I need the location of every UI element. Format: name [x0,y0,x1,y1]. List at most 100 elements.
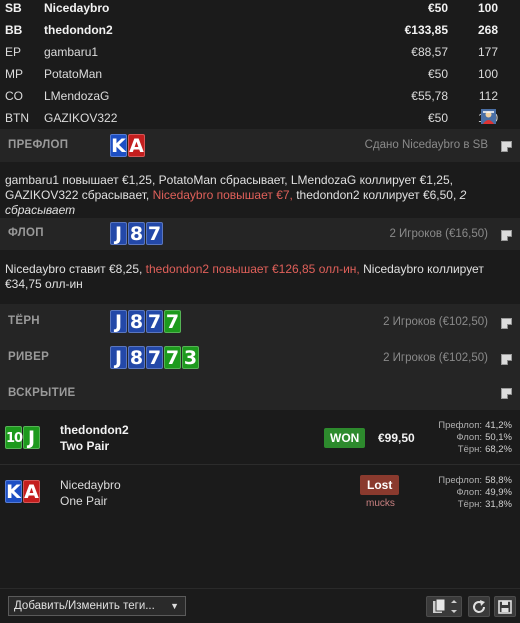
tags-dropdown-label: Добавить/Изменить теги... [14,600,155,612]
action-text-segment: Nicedaybro повышает €7, [152,188,293,202]
flop-actions: Nicedaybro ставит €8,25, thedondon2 повы… [5,262,515,292]
card-8-spades: 8 [128,310,145,333]
player-name[interactable]: gambaru1 [44,44,98,60]
player-stack-bb: 100 [477,1,498,15]
loser-equity: Префлоп: 58,8% Флоп: 49,9% Тёрн: 31,8% [438,475,512,511]
loser-name[interactable]: Nicedaybro [60,478,121,492]
equity-value: 41,2% [485,420,512,431]
player-stack: €50 [427,111,448,125]
note-icon[interactable] [501,141,512,152]
player-name[interactable]: PotatoMan [44,66,102,82]
player-stack-bb: 100 [477,67,498,81]
winner-name[interactable]: thedondon2 [60,423,129,437]
turn-section: ТЁРН J877 2 Игроков (€102,50) [0,304,520,340]
player-stack: €50 [427,1,448,15]
action-text-segment: Nicedaybro ставит €8,25, [5,262,146,276]
card-j-spades: J [110,346,127,369]
player-stack: €50 [427,67,448,81]
player-name[interactable]: LMendozaG [44,88,109,104]
equity-label: Префлоп: [438,420,482,431]
turn-title: ТЁРН [8,315,40,327]
player-stack: €88,57 [411,45,448,59]
footer-toolbar: Добавить/Изменить теги... ▼ [0,588,520,623]
player-position: BTN [5,111,29,125]
equity-value: 68,2% [485,444,512,455]
river-info: 2 Игроков (€102,50) [383,352,488,364]
card-7-spades: 7 [146,310,163,333]
showdown-result-loser: KA Nicedaybro One Pair Lost mucks Префло… [0,465,520,521]
showdown-title: ВСКРЫТИЕ [8,387,76,399]
player-row: EP gambaru1 €88,57 177 [0,44,520,66]
card-j-spades: J [110,310,127,333]
card-10-clubs: 10 [5,426,23,449]
note-icon[interactable] [501,388,512,399]
card-7-clubs: 7 [164,310,181,333]
refresh-button[interactable] [468,596,490,617]
winner-hand: Two Pair [60,439,110,453]
copy-button[interactable] [426,596,462,617]
preflop-info: Сдано Nicedaybro в SB [364,139,488,151]
showdown-result-winner: 10 J thedondon2 Two Pair WON €99,50 Префл… [0,410,520,464]
lost-badge: Lost [360,475,400,495]
equity-label: Флоп: [456,432,482,443]
equity-label: Тёрн: [457,499,482,510]
flop-cards: J87 [110,222,163,245]
save-icon [498,600,512,614]
card-7-clubs: 7 [164,346,181,369]
equity-label: Флоп: [456,487,482,498]
card-7-spades: 7 [146,346,163,369]
equity-label: Префлоп: [438,475,482,486]
player-stack-bb: 112 [478,89,498,103]
player-position: CO [5,89,23,103]
save-button[interactable] [494,596,516,617]
won-badge: WON [324,428,366,448]
player-name[interactable]: GAZIKOV322 [44,110,117,126]
equity-value: 50,1% [485,432,512,443]
player-position: MP [5,67,23,81]
player-name[interactable]: thedondon2 [44,22,113,38]
tags-dropdown[interactable]: Добавить/Изменить теги... ▼ [8,596,186,616]
player-stack-bb: 268 [477,23,498,37]
winner-hole-cards: 10 J [5,426,40,449]
river-section: РИВЕР J8773 2 Игроков (€102,50) [0,340,520,376]
loser-hole-cards: KA [5,480,40,503]
player-row: BB thedondon2 €133,85 268 [0,22,520,44]
preflop-section: ПРЕФЛОП KA Сдано Nicedaybro в SB [0,129,520,162]
card-7-spades: 7 [146,222,163,245]
turn-info: 2 Игроков (€102,50) [383,316,488,328]
card-8-spades: 8 [128,222,145,245]
player-position: EP [5,45,22,59]
player-name[interactable]: Nicedaybro [44,0,109,16]
won-amount: €99,50 [378,431,415,445]
note-icon[interactable] [501,230,512,241]
card-k-diamonds: K [110,134,127,157]
equity-value: 49,9% [485,487,512,498]
copy-icon [433,599,457,613]
action-text-segment: thedondon2 повышает €126,85 олл-ин, [145,262,360,276]
card-a-hearts: A [128,134,145,157]
preflop-title: ПРЕФЛОП [8,139,69,151]
player-position: BB [5,23,23,37]
player-stack: €55,78 [411,89,448,103]
player-row: SB Nicedaybro €50 100 [0,0,520,22]
action-text-segment: thedondon2 коллирует €6,50, [292,188,460,202]
showdown-section: ВСКРЫТИЕ [0,376,520,410]
card-j-spades: J [110,222,127,245]
card-a-hearts: A [23,480,40,503]
note-icon[interactable] [501,318,512,329]
flop-title: ФЛОП [8,227,44,239]
flop-info: 2 Игроков (€16,50) [389,228,488,240]
card-3-clubs: 3 [182,346,199,369]
equity-label: Тёрн: [457,444,482,455]
player-row: CO LMendozaG €55,78 112 [0,88,520,110]
flop-section: ФЛОП J87 2 Игроков (€16,50) [0,218,520,250]
equity-value: 31,8% [485,499,512,510]
chevron-down-icon: ▼ [170,601,179,611]
card-j-clubs: J [23,426,40,449]
winner-equity: Префлоп: 41,2% Флоп: 50,1% Тёрн: 68,2% [438,420,512,456]
turn-cards: J877 [110,310,181,333]
player-position: SB [5,1,22,15]
river-title: РИВЕР [8,351,50,363]
hero-hole-cards: KA [110,134,145,157]
note-icon[interactable] [501,354,512,365]
